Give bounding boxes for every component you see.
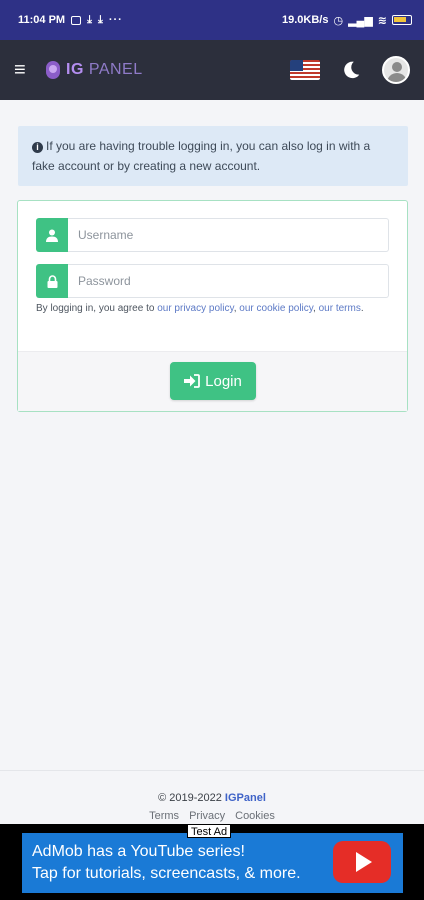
download-icon: ⤓ bbox=[87, 13, 92, 26]
wifi-icon: ≋ bbox=[377, 14, 387, 27]
message-icon bbox=[71, 15, 82, 25]
login-label: Login bbox=[205, 372, 242, 390]
battery-icon bbox=[392, 15, 412, 25]
network-speed: 19.0KB/s bbox=[281, 14, 329, 26]
logo-panel: PANEL bbox=[88, 61, 143, 78]
alert-text: If you are having trouble logging in, yo… bbox=[32, 139, 371, 173]
sign-in-icon bbox=[184, 374, 201, 388]
logo-ig: IG bbox=[66, 61, 84, 78]
page-footer: © 2019-2022 IGPanel Terms Privacy Cookie… bbox=[0, 770, 424, 830]
test-ad-label: Test Ad bbox=[187, 824, 232, 838]
username-input[interactable] bbox=[68, 218, 389, 252]
app-logo[interactable]: IG PANEL bbox=[46, 61, 143, 79]
login-help-alert: i If you are having trouble logging in, y… bbox=[18, 126, 408, 186]
ad-banner[interactable]: AdMob has a YouTube series! Tap for tuto… bbox=[0, 824, 424, 900]
app-bar: ≡ IG PANEL bbox=[0, 40, 424, 100]
footer-brand-link[interactable]: IGPanel bbox=[225, 792, 266, 804]
password-field bbox=[36, 264, 389, 298]
login-button[interactable]: Login bbox=[170, 362, 256, 400]
privacy-policy-link[interactable]: our privacy policy bbox=[157, 303, 234, 314]
ad-content[interactable]: AdMob has a YouTube series! Tap for tuto… bbox=[22, 833, 403, 893]
lock-icon bbox=[36, 264, 68, 298]
terms-agreement: By logging in, you agree to our privacy … bbox=[36, 303, 364, 314]
terms-link[interactable]: our terms bbox=[319, 303, 361, 314]
alarm-icon: ◷ bbox=[333, 14, 344, 27]
status-bar: 11:04 PM ⤓ ⤓ ··· 19.0KB/s ◷ ▂▄▆ ≋ bbox=[0, 0, 424, 40]
cookie-policy-link[interactable]: our cookie policy bbox=[239, 303, 313, 314]
password-input[interactable] bbox=[68, 264, 389, 298]
download-icon: ⤓ bbox=[97, 13, 103, 26]
user-icon bbox=[36, 218, 68, 252]
avatar-icon[interactable] bbox=[382, 56, 410, 84]
us-flag-icon[interactable] bbox=[290, 60, 320, 80]
agree-prefix: By logging in, you agree to bbox=[36, 303, 158, 314]
hamburger-icon[interactable]: ≡ bbox=[14, 59, 36, 82]
footer-link-privacy[interactable]: Privacy bbox=[189, 810, 225, 822]
youtube-icon[interactable] bbox=[333, 841, 391, 883]
login-card: By logging in, you agree to our privacy … bbox=[17, 200, 408, 412]
footer-link-cookies[interactable]: Cookies bbox=[235, 810, 275, 822]
logo-text: IG PANEL bbox=[66, 61, 143, 79]
copyright-text: © 2019-2022 bbox=[158, 792, 225, 804]
footer-links: Terms Privacy Cookies bbox=[0, 810, 424, 822]
signal-icon: ▂▄▆ bbox=[348, 14, 373, 27]
logo-icon bbox=[46, 61, 60, 79]
username-field bbox=[36, 218, 389, 252]
status-time: 11:04 PM bbox=[18, 14, 66, 26]
copyright: © 2019-2022 IGPanel bbox=[0, 792, 424, 804]
info-icon: i bbox=[32, 142, 43, 153]
more-notifications-icon: ··· bbox=[108, 14, 123, 26]
moon-icon[interactable] bbox=[340, 59, 362, 81]
footer-link-terms[interactable]: Terms bbox=[149, 810, 179, 822]
